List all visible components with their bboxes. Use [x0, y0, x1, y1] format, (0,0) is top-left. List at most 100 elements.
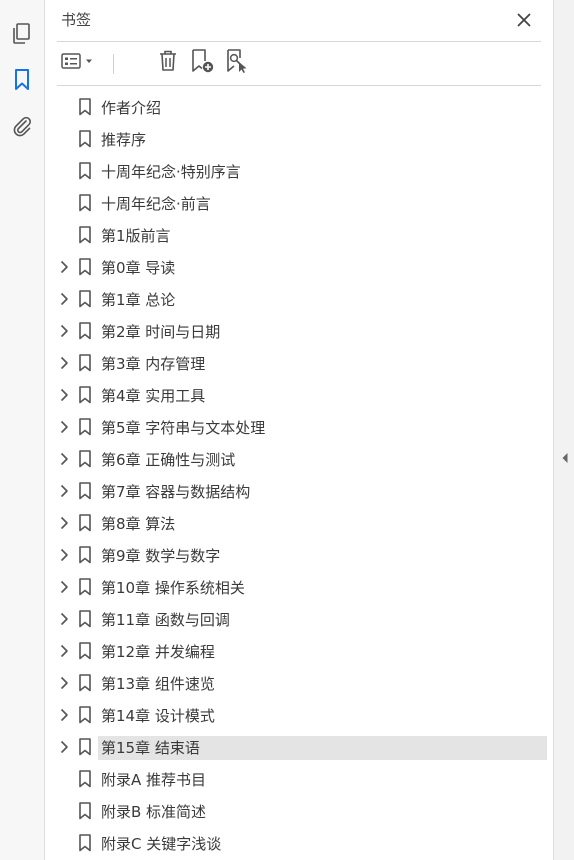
- bookmark-item-icon: [78, 386, 92, 404]
- header-divider: [57, 41, 541, 42]
- chevron-right-icon[interactable]: [57, 291, 71, 306]
- bookmark-item-icon: [78, 418, 92, 436]
- chevron-right-icon[interactable]: [57, 515, 71, 530]
- bookmark-options-button[interactable]: [59, 48, 99, 78]
- bookmark-item-label: 推荐序: [101, 131, 147, 149]
- chevron-right-icon[interactable]: [57, 483, 71, 498]
- bookmark-item-label: 第5章 字符串与文本处理: [101, 419, 266, 437]
- new-bookmark-icon: [190, 48, 216, 78]
- bookmark-item-icon: [78, 226, 92, 244]
- bookmark-item[interactable]: 推荐序: [45, 124, 553, 152]
- delete-bookmark-button[interactable]: [155, 48, 181, 78]
- bookmark-item-label: 第1章 总论: [101, 291, 176, 309]
- bookmark-item[interactable]: 第10章 操作系统相关: [45, 572, 553, 600]
- bookmark-item-icon: [78, 98, 92, 116]
- bookmark-item-label: 附录A 推荐书目: [101, 771, 207, 789]
- bookmark-item[interactable]: 第15章 结束语: [45, 732, 553, 760]
- bookmark-item-icon: [78, 610, 92, 628]
- bookmark-item[interactable]: 第5章 字符串与文本处理: [45, 412, 553, 440]
- chevron-right-icon[interactable]: [57, 611, 71, 626]
- bookmark-item[interactable]: 作者介绍: [45, 92, 553, 120]
- bookmark-item-icon: [78, 706, 92, 724]
- chevron-right-icon[interactable]: [57, 547, 71, 562]
- bookmark-item-label: 第12章 并发编程: [101, 643, 215, 661]
- bookmark-item-label: 第7章 容器与数据结构: [101, 483, 251, 501]
- find-bookmark-icon: [224, 48, 250, 78]
- bookmark-item[interactable]: 第1版前言: [45, 220, 553, 248]
- left-tool-rail: [0, 0, 45, 860]
- bookmark-item[interactable]: 附录A 推荐书目: [45, 764, 553, 792]
- panel-collapse-gutter[interactable]: [553, 0, 574, 860]
- bookmark-item[interactable]: 第12章 并发编程: [45, 636, 553, 664]
- bookmark-item-icon: [78, 578, 92, 596]
- bookmark-item[interactable]: 第1章 总论: [45, 284, 553, 312]
- bookmark-item[interactable]: 第4章 实用工具: [45, 380, 553, 408]
- bookmark-item-label: 十周年纪念·特别序言: [101, 163, 241, 181]
- bookmark-item[interactable]: 第7章 容器与数据结构: [45, 476, 553, 504]
- paperclip-icon[interactable]: [8, 112, 36, 140]
- chevron-right-icon[interactable]: [57, 579, 71, 594]
- bookmark-item-icon: [78, 290, 92, 308]
- bookmark-item[interactable]: 附录B 标准简述: [45, 796, 553, 824]
- bookmark-item-icon: [78, 162, 92, 180]
- bookmark-item-label: 第9章 数学与数字: [101, 547, 221, 565]
- bookmark-icon[interactable]: [8, 66, 36, 94]
- bookmark-item-label: 第4章 实用工具: [101, 387, 206, 405]
- bookmark-item-label: 第15章 结束语: [98, 736, 547, 760]
- chevron-right-icon[interactable]: [57, 707, 71, 722]
- bookmark-item[interactable]: 十周年纪念·前言: [45, 188, 553, 216]
- close-icon[interactable]: [513, 9, 535, 31]
- bookmark-item[interactable]: 第3章 内存管理: [45, 348, 553, 376]
- panel-header: 书签: [45, 0, 553, 40]
- bookmark-item-label: 第14章 设计模式: [101, 707, 215, 725]
- bookmark-item-icon: [78, 130, 92, 148]
- bookmark-item-icon: [78, 354, 92, 372]
- panel-title: 书签: [61, 11, 92, 29]
- chevron-right-icon[interactable]: [57, 259, 71, 274]
- chevron-right-icon[interactable]: [57, 387, 71, 402]
- collapse-arrow-icon[interactable]: [560, 450, 570, 464]
- bookmark-item-icon: [78, 450, 92, 468]
- toolbar-separator: [113, 54, 114, 74]
- find-bookmark-button[interactable]: [223, 48, 251, 78]
- bookmark-item-label: 第6章 正确性与测试: [101, 451, 236, 469]
- bookmark-item-label: 第13章 组件速览: [101, 675, 215, 693]
- chevron-right-icon[interactable]: [57, 323, 71, 338]
- chevron-right-icon[interactable]: [57, 419, 71, 434]
- trash-icon: [157, 49, 179, 77]
- chevron-right-icon[interactable]: [57, 675, 71, 690]
- bookmark-item[interactable]: 附录C 关键字浅谈: [45, 828, 553, 856]
- bookmark-item[interactable]: 十周年纪念·特别序言: [45, 156, 553, 184]
- bookmark-item-label: 第3章 内存管理: [101, 355, 206, 373]
- bookmark-item[interactable]: 第6章 正确性与测试: [45, 444, 553, 472]
- toolbar-divider: [57, 85, 541, 86]
- bookmark-item-icon: [78, 834, 92, 852]
- bookmark-item-label: 第8章 算法: [101, 515, 176, 533]
- chevron-right-icon[interactable]: [57, 739, 71, 754]
- bookmark-item-icon: [78, 770, 92, 788]
- bookmark-item-icon: [78, 642, 92, 660]
- bookmark-item-label: 第2章 时间与日期: [101, 323, 221, 341]
- bookmark-item[interactable]: 第9章 数学与数字: [45, 540, 553, 568]
- bookmark-item-label: 附录C 关键字浅谈: [101, 835, 222, 853]
- bookmark-item-icon: [78, 802, 92, 820]
- chevron-right-icon[interactable]: [57, 643, 71, 658]
- bookmarks-panel: 书签 作者介绍 推荐序 十周年纪念·特别序言 十周年纪念·前言 第1版前言 第0…: [45, 0, 553, 860]
- bookmark-item-label: 第0章 导读: [101, 259, 176, 277]
- bookmark-item[interactable]: 第14章 设计模式: [45, 700, 553, 728]
- bookmark-item-icon: [78, 482, 92, 500]
- chevron-right-icon[interactable]: [57, 451, 71, 466]
- bookmark-item-label: 第11章 函数与回调: [101, 611, 230, 629]
- chevron-right-icon[interactable]: [57, 355, 71, 370]
- bookmark-item[interactable]: 第8章 算法: [45, 508, 553, 536]
- new-bookmark-button[interactable]: [189, 48, 217, 78]
- bookmark-item[interactable]: 第11章 函数与回调: [45, 604, 553, 632]
- bookmark-toolbar: [57, 48, 537, 80]
- bookmark-item[interactable]: 第2章 时间与日期: [45, 316, 553, 344]
- bookmark-item-label: 附录B 标准简述: [101, 803, 207, 821]
- copy-pages-icon[interactable]: [8, 20, 36, 48]
- bookmark-options-icon: [60, 51, 98, 75]
- bookmark-item[interactable]: 第13章 组件速览: [45, 668, 553, 696]
- bookmark-item-label: 第1版前言: [101, 227, 171, 245]
- bookmark-item[interactable]: 第0章 导读: [45, 252, 553, 280]
